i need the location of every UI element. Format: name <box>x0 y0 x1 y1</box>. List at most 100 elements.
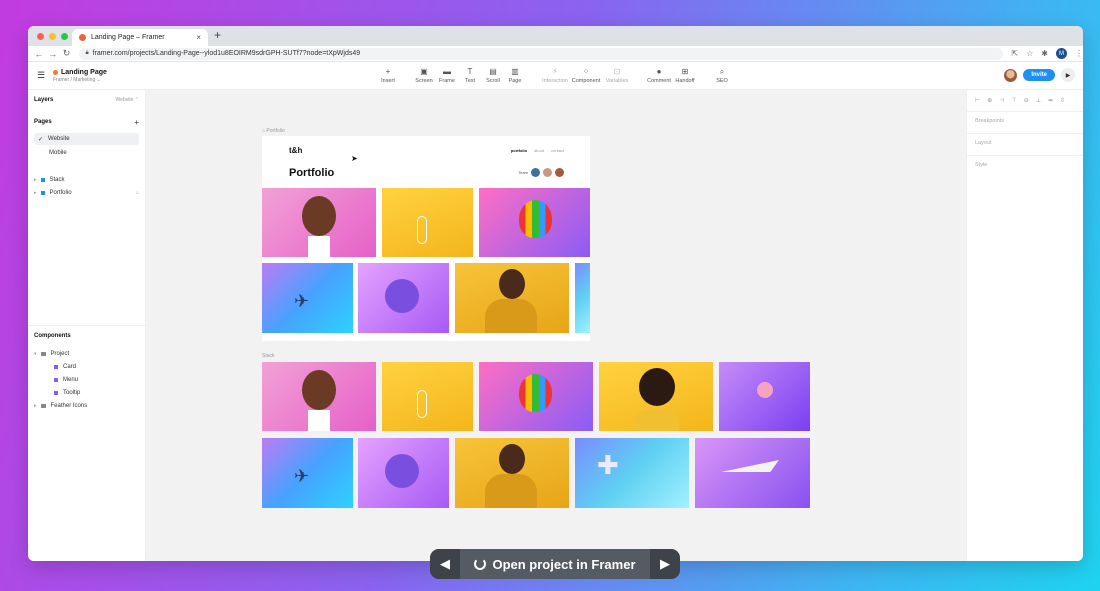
photo-balloon-purple[interactable] <box>358 438 449 508</box>
breakpoint-select[interactable]: Website ⌃ <box>115 97 139 103</box>
forward-icon[interactable]: → <box>46 49 60 59</box>
layer-item-portfolio[interactable]: ▸ Portfolio ⌂ <box>34 187 139 199</box>
close-light[interactable] <box>37 32 44 40</box>
project-dot-icon <box>53 69 58 75</box>
back-icon[interactable]: ← <box>32 49 46 59</box>
open-project-button[interactable]: Open project in Framer <box>460 557 650 572</box>
preview-play-icon[interactable]: ▶ <box>1061 68 1075 82</box>
tool-seo[interactable]: ⌕ SEO <box>707 67 737 84</box>
tab-title: Landing Page – Framer <box>91 34 165 41</box>
reload-icon[interactable]: ↻ <box>60 48 74 59</box>
mouse-cursor-icon: ➤ <box>351 154 358 163</box>
airplane-icon: ✈︎ <box>294 291 310 311</box>
photo-hang-glider[interactable] <box>695 438 810 508</box>
photo-airplane[interactable]: ✈︎ <box>262 263 353 333</box>
tool-insert[interactable]: + Insert <box>373 67 403 84</box>
photo-man-hoodie[interactable] <box>455 438 569 508</box>
tool-interaction[interactable]: ⚡︎ Interaction <box>540 67 570 84</box>
expand-icon[interactable]: ▸ <box>34 190 37 196</box>
tool-component[interactable]: ⁘ Component <box>571 67 601 84</box>
align-left-icon[interactable]: ⊢ <box>975 97 980 104</box>
photo-woman-afro[interactable] <box>599 362 713 431</box>
align-bottom-icon[interactable]: ⊥ <box>1036 97 1041 104</box>
hamburger-menu-icon[interactable]: ☰ <box>37 70 47 81</box>
align-top-icon[interactable]: ⊤ <box>1012 97 1017 104</box>
url-input[interactable]: 🔒︎ framer.com/projects/Landing-Page--ylo… <box>79 47 1004 60</box>
photo-balloon-purple[interactable] <box>358 263 449 333</box>
photo-hot-air-balloon[interactable] <box>479 362 593 431</box>
add-page-icon[interactable]: + <box>134 118 139 127</box>
photo-jellyfish[interactable] <box>719 362 810 431</box>
user-avatar[interactable] <box>1004 68 1018 82</box>
layer-item-stack[interactable]: ▸ Stack <box>34 174 139 186</box>
align-middle-icon[interactable]: ⊖ <box>1024 97 1029 104</box>
expand-icon[interactable]: ▸ <box>34 177 37 183</box>
component-item-card[interactable]: Card <box>34 361 139 373</box>
photo-woman-braids[interactable] <box>262 362 376 431</box>
component-folder-project[interactable]: ▾ Project <box>34 348 139 360</box>
component-item-menu[interactable]: Menu <box>34 374 139 386</box>
component-folder-feather[interactable]: ▸ Feather Icons <box>34 400 139 412</box>
component-label: Card <box>63 364 77 370</box>
portfolio-frame[interactable]: t&h portfolio about contact Portfolio Te… <box>262 136 590 341</box>
browser-tab[interactable]: Landing Page – Framer × <box>72 29 208 46</box>
layer-label: Stack <box>49 177 65 183</box>
design-canvas[interactable]: ⌂ Portfolio t&h portfolio about contact … <box>146 90 966 561</box>
distribute-h-icon[interactable]: ⇹ <box>1048 97 1053 104</box>
page-label: Website <box>48 136 70 142</box>
project-path: Framer / Marketing ⌄ <box>53 76 101 83</box>
page-item-mobile[interactable]: Mobile <box>34 147 139 159</box>
distribute-v-icon[interactable]: ⇳ <box>1060 97 1065 104</box>
browser-window: Landing Page – Framer × + ← → ↻ 🔒︎ frame… <box>28 26 1083 561</box>
more-icon[interactable]: ⋮ <box>1075 49 1083 58</box>
photo-earphones[interactable] <box>382 188 473 257</box>
stack-frame[interactable]: ✈︎ ✚ <box>262 362 810 508</box>
nav-about[interactable]: about <box>534 148 544 153</box>
tab-close-icon[interactable]: × <box>196 33 201 42</box>
photo-earphones[interactable] <box>382 362 473 431</box>
photo-hot-air-balloon[interactable] <box>479 188 590 257</box>
photo-airplane[interactable]: ✈︎ <box>262 438 353 508</box>
minimize-light[interactable] <box>49 32 56 40</box>
style-section[interactable]: Style <box>967 155 1083 177</box>
layout-section[interactable]: Layout <box>967 133 1083 155</box>
tool-variables[interactable]: ⊡ Variables <box>602 67 632 84</box>
new-tab-icon[interactable]: + <box>214 28 221 42</box>
address-bar-row: ← → ↻ 🔒︎ framer.com/projects/Landing-Pag… <box>28 46 1083 62</box>
project-name: Landing Page <box>61 68 107 76</box>
prev-button[interactable]: ◀ <box>430 549 460 579</box>
tool-label: SEO <box>716 78 728 84</box>
frame-layer-icon <box>40 178 45 182</box>
divider <box>28 325 145 326</box>
align-center-icon[interactable]: ⊕ <box>987 97 992 104</box>
next-button[interactable]: ▶ <box>650 549 680 579</box>
component-item-tooltip[interactable]: Tooltip <box>34 387 139 399</box>
puzzle-icon: ✚ <box>597 450 619 480</box>
nav-contact[interactable]: contact <box>551 148 564 153</box>
frame-label-stack[interactable]: Stack <box>262 353 275 359</box>
maximize-light[interactable] <box>61 32 68 40</box>
window-controls <box>37 32 68 40</box>
expand-icon[interactable]: ▾ <box>34 351 37 357</box>
tool-handoff[interactable]: ⊞ Handoff <box>670 67 700 84</box>
frame-label-portfolio[interactable]: ⌂ Portfolio <box>262 128 285 134</box>
team-avatar <box>531 168 540 177</box>
align-right-icon[interactable]: ⊣ <box>999 97 1004 104</box>
airplane-icon: ✈︎ <box>294 466 310 486</box>
share-icon[interactable]: ⇱ <box>1011 49 1018 58</box>
tool-page[interactable]: ▥ Page <box>500 67 530 84</box>
invite-button[interactable]: Invite <box>1023 69 1055 81</box>
nav-portfolio[interactable]: portfolio <box>511 148 527 153</box>
interaction-icon: ⚡︎ <box>552 67 558 76</box>
page-item-website[interactable]: ✓ Website <box>34 133 139 145</box>
photo-woman-braids[interactable] <box>262 188 376 257</box>
project-title[interactable]: Landing Page Framer / Marketing ⌄ <box>53 69 107 83</box>
photo-puzzle-piece[interactable]: ✚ <box>575 438 689 508</box>
profile-avatar[interactable]: M <box>1055 48 1067 59</box>
breakpoints-section[interactable]: Breakpoints <box>967 111 1083 133</box>
bookmark-star-icon[interactable]: ☆ <box>1026 49 1033 58</box>
photo-man-hoodie[interactable] <box>455 263 569 333</box>
expand-icon[interactable]: ▸ <box>34 403 37 409</box>
photo-partial[interactable] <box>575 263 590 333</box>
extensions-icon[interactable]: ✱ <box>1041 49 1048 58</box>
